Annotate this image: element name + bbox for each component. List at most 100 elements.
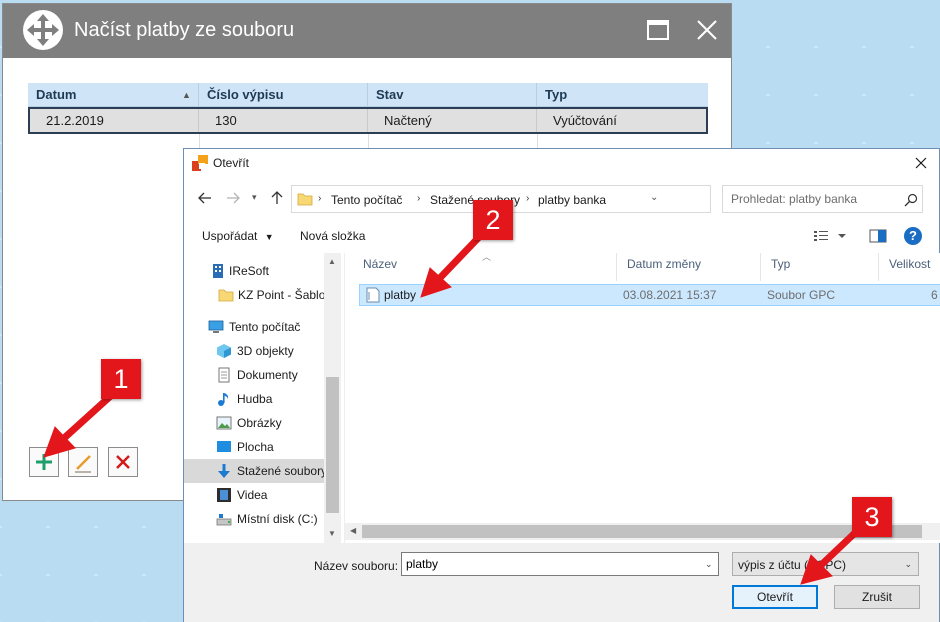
filename-input[interactable] (401, 552, 719, 576)
breadcrumb-separator[interactable]: › (526, 193, 529, 204)
file-modified: 03.08.2021 15:37 (623, 288, 717, 302)
dialog-footer: Název souboru: ⌄ výpis z účtu (*.GPC) ⌄ … (184, 543, 939, 622)
scroll-thumb[interactable] (326, 377, 339, 513)
column-header-size[interactable]: Velikost (879, 253, 940, 281)
nav-item-this-pc[interactable]: Tento počítač (184, 315, 324, 339)
scroll-thumb[interactable] (362, 525, 922, 538)
chevron-down-icon[interactable]: ⌄ (650, 192, 658, 203)
dialog-toolbar: Uspořádat ▼ Nová složka ? (184, 221, 939, 251)
column-header-datum[interactable]: Datum ▲ (28, 83, 199, 107)
recent-locations-icon[interactable]: ▾ (252, 192, 257, 203)
nav-scrollbar[interactable]: ▲ ▼ (324, 253, 341, 543)
building-icon (213, 264, 223, 278)
filetype-select[interactable]: výpis z účtu (*.GPC) ⌄ (732, 552, 919, 576)
search-input[interactable] (723, 186, 893, 212)
window-title: Načíst platby ze souboru (74, 19, 295, 41)
edit-icon (75, 455, 91, 473)
open-button[interactable]: Otevřít (732, 585, 818, 609)
nav-item-kz-point[interactable]: KZ Point - Šablo (184, 283, 325, 307)
annotation-badge: 2 (473, 200, 513, 240)
column-header-cislo[interactable]: Číslo výpisu (199, 83, 368, 107)
sort-asc-icon: ︿ (482, 252, 492, 262)
column-header-modified[interactable]: Datum změny (617, 253, 761, 281)
up-arrow-icon[interactable] (268, 189, 286, 207)
view-options-button[interactable] (814, 228, 850, 244)
nav-item-local-disk[interactable]: Místní disk (C:) (184, 507, 324, 531)
close-icon (697, 20, 717, 40)
navigation-row: ▾ › Tento počítač › Stažené soubory › pl… (184, 183, 939, 213)
column-header-type[interactable]: Typ (761, 253, 879, 281)
annotation-badge: 3 (852, 497, 892, 537)
move-icon[interactable] (23, 10, 63, 50)
add-button[interactable] (29, 447, 59, 477)
nav-item-pictures[interactable]: Obrázky (184, 411, 324, 435)
preview-pane-icon[interactable] (869, 228, 887, 244)
cell-stav: Načtený (368, 109, 537, 132)
help-icon[interactable]: ? (904, 227, 922, 245)
filename-label: Název souboru: (314, 559, 399, 573)
view-list-icon (814, 231, 846, 241)
column-header-stav[interactable]: Stav (368, 83, 537, 107)
file-row[interactable]: platby 03.08.2021 15:37 Soubor GPC 6 (359, 284, 940, 306)
file-hscrollbar[interactable]: ◀ (345, 523, 940, 540)
breadcrumb-separator[interactable]: › (417, 193, 420, 204)
table-row[interactable]: 21.2.2019 130 Načtený Vyúčtování (28, 107, 708, 134)
nav-item-documents[interactable]: Dokumenty (184, 363, 324, 387)
nav-item-downloads[interactable]: Stažené soubory (184, 459, 327, 483)
chevron-down-icon: ⌄ (904, 559, 912, 569)
disk-icon (216, 514, 232, 526)
forward-arrow-icon[interactable] (224, 189, 242, 207)
grid-header: Datum ▲ Číslo výpisu Stav Typ (28, 83, 708, 107)
file-icon (366, 287, 380, 303)
sort-asc-icon: ▲ (182, 90, 191, 100)
cancel-button[interactable]: Zrušit (834, 585, 920, 609)
scroll-left-icon[interactable]: ◀ (350, 526, 356, 535)
maximize-button[interactable] (647, 20, 669, 40)
navigation-pane: IReSoft KZ Point - Šablo Tento počítač 3… (184, 253, 341, 543)
back-arrow-icon[interactable] (196, 189, 214, 207)
cube-icon (217, 344, 231, 358)
breadcrumb-item[interactable]: platby banka (538, 193, 606, 207)
add-icon (36, 454, 52, 470)
scroll-down-icon[interactable]: ▼ (328, 529, 336, 538)
chevron-down-icon[interactable]: ⌄ (705, 559, 713, 570)
folder-icon (297, 193, 313, 206)
chevron-down-icon: ▼ (264, 232, 274, 242)
cell-datum: 21.2.2019 (30, 109, 199, 132)
breadcrumb-item[interactable]: Tento počítač (331, 193, 402, 207)
computer-icon (208, 320, 224, 333)
cell-typ: Vyúčtování (553, 113, 617, 128)
delete-button[interactable] (108, 447, 138, 477)
file-list: Název ︿ Datum změny Typ Velikost platby … (344, 252, 940, 543)
desktop-icon (217, 441, 231, 452)
edit-button[interactable] (68, 447, 98, 477)
folder-icon (218, 289, 234, 302)
nav-item-desktop[interactable]: Plocha (184, 435, 324, 459)
nav-item-music[interactable]: Hudba (184, 387, 324, 411)
scroll-up-icon[interactable]: ▲ (328, 257, 336, 266)
breadcrumb-separator[interactable]: › (318, 193, 321, 204)
close-icon[interactable] (913, 155, 929, 171)
app-icon (192, 155, 208, 171)
cell-cislo: 130 (199, 109, 368, 132)
file-type: Soubor GPC (767, 288, 836, 302)
video-icon (217, 488, 231, 502)
nav-item-3d-objects[interactable]: 3D objekty (184, 339, 324, 363)
column-header-typ[interactable]: Typ (537, 83, 708, 107)
new-folder-button[interactable]: Nová složka (300, 229, 365, 243)
close-button[interactable] (695, 18, 719, 42)
nav-item-iresoft[interactable]: IReSoft (184, 259, 324, 283)
delete-icon (116, 455, 130, 469)
dialog-title: Otevřít (213, 156, 250, 170)
file-size: 6 (931, 288, 938, 302)
nav-item-videos[interactable]: Videa (184, 483, 324, 507)
download-icon (218, 464, 230, 478)
dialog-titlebar: Otevřít (184, 149, 939, 177)
document-icon (218, 367, 230, 383)
search-icon[interactable] (903, 192, 919, 208)
pictures-icon (216, 416, 232, 430)
annotation-badge: 1 (101, 359, 141, 399)
organize-button[interactable]: Uspořádat ▼ (202, 229, 274, 243)
open-file-dialog: Otevřít ▾ › Tento počítač › Stažené soub (183, 148, 940, 622)
file-name: platby (384, 288, 417, 302)
